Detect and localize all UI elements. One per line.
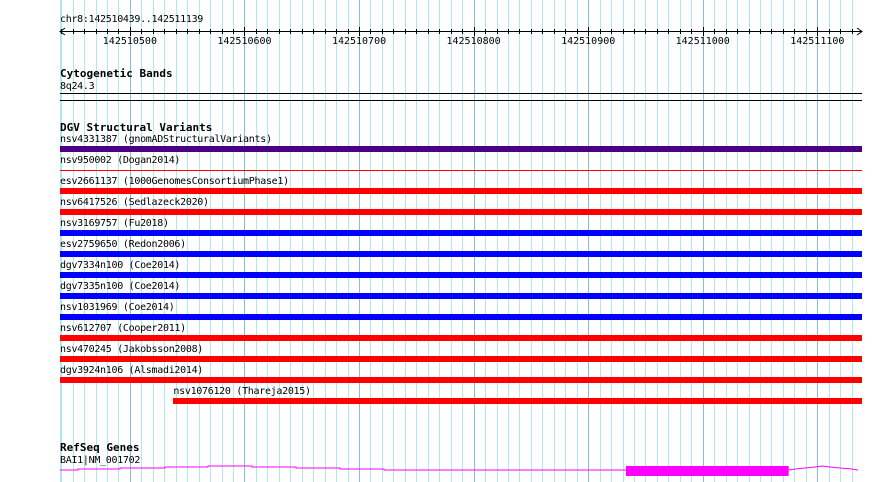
variant-bar[interactable]: [173, 398, 862, 404]
variant-bar[interactable]: [60, 146, 862, 152]
variant-label[interactable]: nsv3169757 (Fu2018): [60, 218, 169, 229]
intron-line: [60, 465, 626, 471]
variant-label[interactable]: nsv6417526 (Sedlazeck2020): [60, 197, 209, 208]
variant-label[interactable]: dgv7334n100 (Coe2014): [60, 260, 180, 271]
variant-bar[interactable]: [60, 293, 862, 299]
variant-label[interactable]: nsv950002 (Dogan2014): [60, 155, 180, 166]
variant-label[interactable]: dgv3924n106 (Alsmadi2014): [60, 365, 203, 376]
variant-label[interactable]: nsv1076120 (Thareja2015): [173, 386, 311, 397]
gene-model[interactable]: [0, 460, 890, 482]
variant-bar[interactable]: [60, 170, 862, 171]
ruler-tick-label: 142510600: [217, 36, 271, 47]
variant-bar[interactable]: [60, 209, 862, 215]
variant-bar[interactable]: [60, 188, 862, 194]
variant-bar[interactable]: [60, 314, 862, 320]
cytoband-label: 8q24.3: [60, 81, 95, 92]
variant-label[interactable]: esv2759650 (Redon2006): [60, 239, 186, 250]
ruler-tick-label: 142510700: [332, 36, 386, 47]
ruler-tick-label: 142510500: [103, 36, 157, 47]
variant-bar[interactable]: [60, 230, 862, 236]
cytogenetic-bands-title[interactable]: Cytogenetic Bands: [60, 68, 173, 80]
intron-line: [788, 465, 859, 471]
ruler-tick-label: 142510900: [561, 36, 615, 47]
dgv-track-title[interactable]: DGV Structural Variants: [60, 122, 212, 134]
ruler-tick-label: 142511000: [676, 36, 730, 47]
track-divider: [60, 100, 862, 101]
variant-label[interactable]: nsv612707 (Cooper2011): [60, 323, 186, 334]
exon-block[interactable]: [625, 466, 789, 476]
ruler[interactable]: 142510500 142510600 142510700 142510800 1425…: [0, 24, 890, 48]
ruler-tick-label: 142511100: [790, 36, 844, 47]
variant-bar[interactable]: [60, 356, 862, 362]
variant-label[interactable]: nsv470245 (Jakobsson2008): [60, 344, 203, 355]
variant-label[interactable]: nsv1031969 (Coe2014): [60, 302, 175, 313]
variant-bar[interactable]: [60, 272, 862, 278]
variant-bar[interactable]: [60, 251, 862, 257]
cytoband-track-line: [60, 93, 862, 94]
refseq-track-title[interactable]: RefSeq Genes: [60, 442, 139, 454]
variant-label[interactable]: dgv7335n100 (Coe2014): [60, 281, 180, 292]
variant-bar[interactable]: [60, 377, 862, 383]
ruler-tick-label: 142510800: [447, 36, 501, 47]
variant-label[interactable]: nsv4331387 (gnomADStructuralVariants): [60, 134, 272, 145]
variant-label[interactable]: esv2661137 (1000GenomesConsortiumPhase1): [60, 176, 289, 187]
variant-bar[interactable]: [60, 335, 862, 341]
